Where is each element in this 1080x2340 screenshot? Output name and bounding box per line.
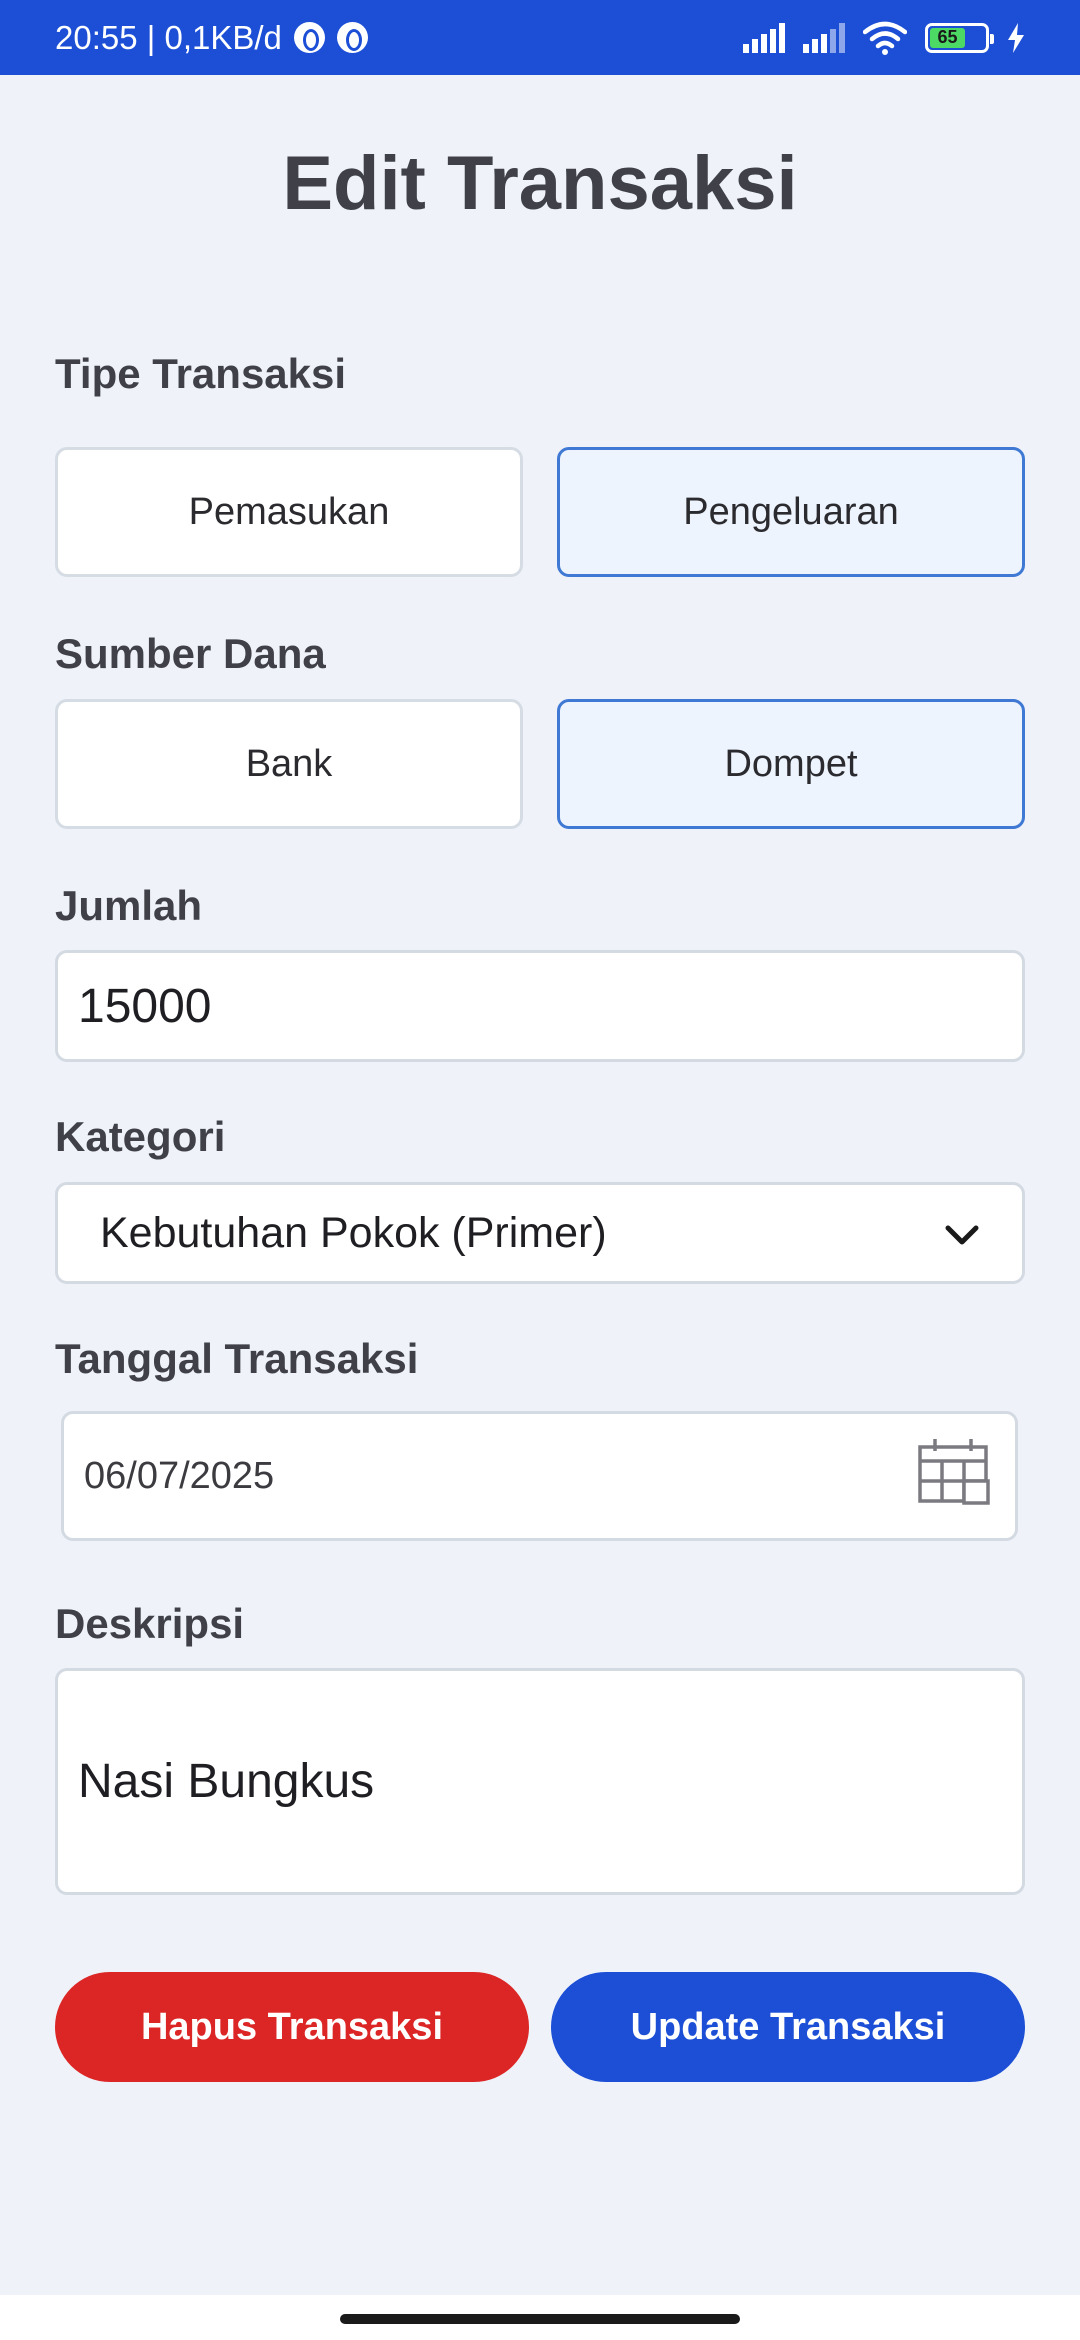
update-transaction-button[interactable]: Update Transaksi [551,1972,1025,2082]
wifi-icon [863,21,907,55]
navigation-bar [0,2295,1080,2340]
amount-input[interactable]: 15000 [55,950,1025,1062]
battery-level: 65 [930,27,966,48]
category-selected-value: Kebutuhan Pokok (Primer) [100,1208,607,1257]
transaction-type-expense[interactable]: Pengeluaran [557,447,1025,577]
status-bar: 20:55 | 0,1KB/d 65 [0,0,1080,75]
fund-source-label: Sumber Dana [55,630,326,677]
charging-icon [1007,22,1025,53]
fund-source-wallet[interactable]: Dompet [557,699,1025,829]
transaction-type-label: Tipe Transaksi [55,350,347,397]
date-input[interactable]: 06/07/2025 [61,1411,1018,1541]
status-time: 20:55 | 0,1KB/d [55,18,282,56]
description-input[interactable]: Nasi Bungkus [55,1668,1025,1895]
date-value: 06/07/2025 [84,1454,275,1497]
battery-icon: 65 [925,22,994,53]
home-indicator[interactable] [340,2314,740,2324]
calendar-icon[interactable] [917,1437,991,1515]
notification-app-icon [293,22,325,53]
chevron-down-icon [944,1209,980,1258]
category-select[interactable]: Kebutuhan Pokok (Primer) [55,1182,1025,1284]
category-label: Kategori [55,1113,226,1160]
notification-app-icon [336,22,368,53]
delete-transaction-button[interactable]: Hapus Transaksi [55,1972,529,2082]
status-left: 20:55 | 0,1KB/d [55,19,368,57]
signal-icon [803,22,845,53]
status-right: 65 [743,21,1025,55]
transaction-type-income[interactable]: Pemasukan [55,447,523,577]
page-title: Edit Transaksi [282,141,798,226]
fund-source-bank[interactable]: Bank [55,699,523,829]
description-label: Deskripsi [55,1600,245,1647]
signal-icon [743,22,785,53]
date-label: Tanggal Transaksi [55,1335,419,1382]
amount-label: Jumlah [55,882,203,929]
